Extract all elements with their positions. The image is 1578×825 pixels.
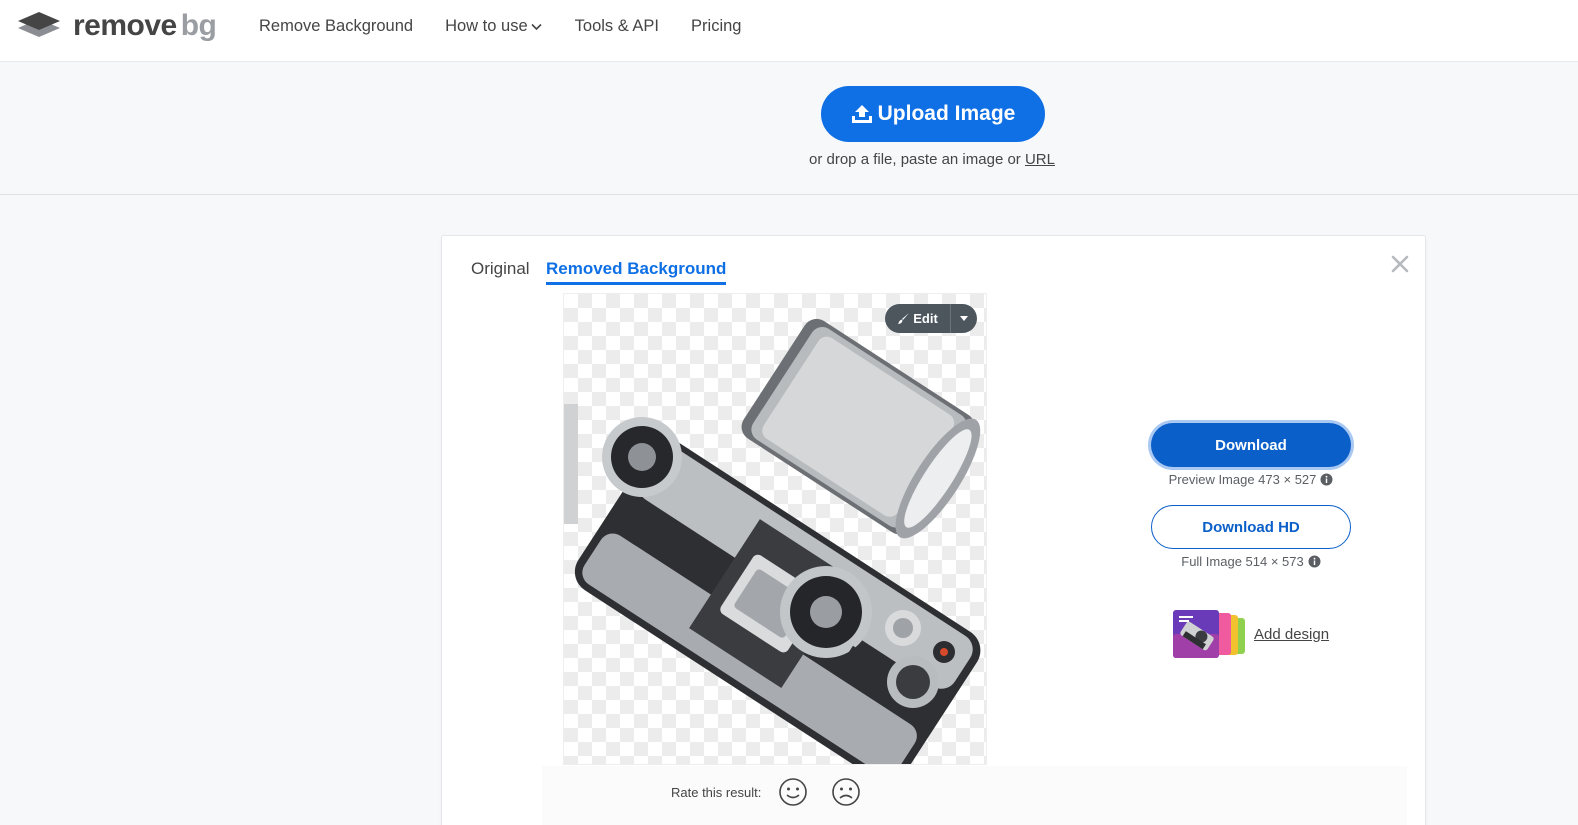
- design-thumbnail-icon: [1173, 610, 1245, 658]
- nav-tools-api[interactable]: Tools & API: [575, 16, 659, 36]
- logo-text-bg: bg: [180, 9, 217, 42]
- add-design-label: Add design: [1254, 625, 1330, 643]
- nav-pricing[interactable]: Pricing: [691, 16, 741, 36]
- tab-removed-background[interactable]: Removed Background: [546, 259, 727, 285]
- stacked-layers-logo-icon: [18, 12, 60, 37]
- drop-hint: or drop a file, paste an image or URL: [0, 151, 1578, 168]
- top-navbar: remove bg Remove Background How to use To…: [0, 0, 1578, 62]
- full-size-text: Full Image 514 × 573: [1181, 554, 1304, 569]
- main-nav: Remove Background How to use Tools & API…: [259, 16, 741, 36]
- nav-remove-background[interactable]: Remove Background: [259, 16, 413, 36]
- nav-label: Remove Background: [259, 17, 414, 35]
- nav-label: How to use: [445, 17, 528, 35]
- download-label: Download: [1215, 436, 1287, 454]
- tab-original[interactable]: Original: [471, 259, 530, 279]
- info-circle-icon[interactable]: [1320, 473, 1333, 486]
- download-hd-button[interactable]: Download HD: [1151, 505, 1351, 549]
- close-icon[interactable]: [1390, 254, 1410, 274]
- upload-image-button[interactable]: Upload Image: [821, 86, 1045, 142]
- edit-dropdown-toggle[interactable]: [951, 304, 977, 333]
- caret-down-icon: [960, 316, 968, 321]
- preview-size-text: Preview Image 473 × 527: [1168, 472, 1317, 487]
- result-card: Original Removed Background Edit Rate th…: [441, 235, 1426, 825]
- result-preview-image: Edit: [563, 293, 987, 765]
- frown-face-icon[interactable]: [831, 777, 861, 807]
- nav-label: Pricing: [691, 17, 742, 35]
- brush-icon: [898, 313, 910, 324]
- upload-button-label: Upload Image: [877, 102, 1016, 125]
- camera-image: [564, 318, 981, 764]
- upload-arrow-icon: [851, 105, 872, 123]
- drop-hint-text: or drop a file, paste an image or: [809, 151, 1021, 168]
- edit-button[interactable]: Edit: [885, 304, 951, 333]
- chevron-down-icon: [531, 23, 542, 31]
- add-design-link[interactable]: Add design: [1173, 610, 1329, 658]
- rate-result: Rate this result:: [671, 777, 884, 807]
- full-image-size: Full Image 514 × 573: [1151, 554, 1351, 569]
- download-hd-label: Download HD: [1202, 518, 1300, 536]
- info-circle-icon[interactable]: [1308, 555, 1321, 568]
- logo-text-remove: remove: [73, 9, 177, 42]
- removebg-logo[interactable]: remove bg: [18, 9, 217, 42]
- edit-label: Edit: [913, 311, 938, 326]
- rate-label: Rate this result:: [671, 784, 762, 800]
- smiley-face-icon[interactable]: [778, 777, 808, 807]
- nav-label: Tools & API: [574, 17, 660, 35]
- preview-image-size: Preview Image 473 × 527: [1151, 472, 1351, 487]
- upload-section: Upload Image or drop a file, paste an im…: [0, 62, 1578, 195]
- download-button[interactable]: Download: [1151, 423, 1351, 467]
- url-link[interactable]: URL: [1025, 151, 1055, 168]
- nav-how-to-use[interactable]: How to use: [445, 16, 542, 36]
- edit-button-group: Edit: [885, 304, 977, 333]
